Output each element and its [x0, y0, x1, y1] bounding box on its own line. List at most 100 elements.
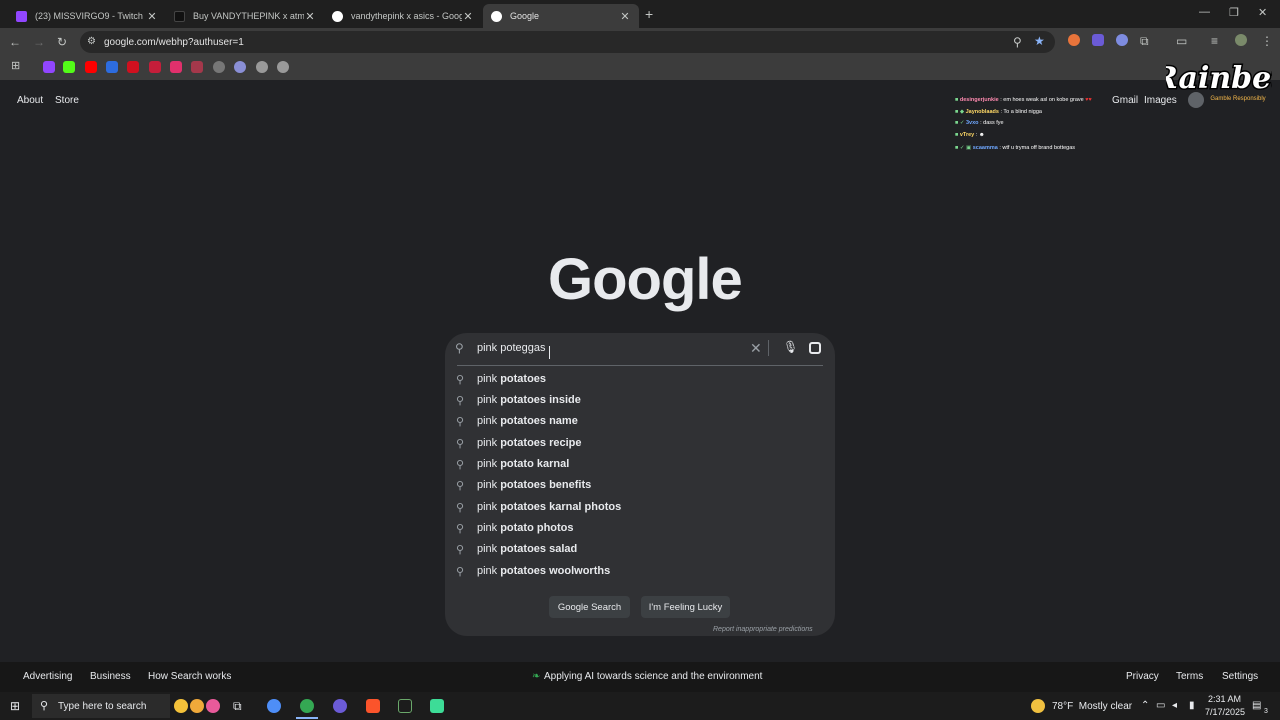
bookmark-icon[interactable]: [106, 61, 118, 73]
suggestion-item[interactable]: ⚲ pink potatoes salad: [456, 541, 577, 557]
discord-icon[interactable]: [333, 699, 347, 713]
minimize-icon[interactable]: —: [1199, 6, 1210, 18]
address-url[interactable]: google.com/webhp?authuser=1: [104, 37, 244, 48]
tab-google-search[interactable]: vandythepink x asics - Google S ✕: [324, 4, 482, 28]
search-icon: ⚲: [456, 565, 465, 578]
bookmark-star-icon[interactable]: ★: [1034, 34, 1045, 48]
extension-icon[interactable]: [1068, 34, 1080, 46]
bookmark-icon[interactable]: [213, 61, 225, 73]
tab-search-icon[interactable]: ▭: [1176, 34, 1187, 48]
youtube-bookmark-icon[interactable]: [85, 61, 97, 73]
location-icon[interactable]: ⚲: [1013, 35, 1022, 49]
store-link[interactable]: Store: [55, 95, 79, 106]
twitch-icon: [16, 10, 27, 22]
excel-icon[interactable]: [398, 699, 412, 713]
tab-title: Buy VANDYTHEPINK x atmos x: [193, 11, 304, 21]
footer-business-link[interactable]: Business: [90, 671, 131, 682]
profile-avatar[interactable]: [1235, 34, 1247, 46]
search-icon: ⚲: [455, 341, 464, 355]
close-icon[interactable]: ✕: [304, 10, 316, 23]
task-view-icon[interactable]: ⧉: [233, 699, 242, 714]
bookmark-icon[interactable]: [191, 61, 203, 73]
suggestion-item[interactable]: ⚲ pink potatoes karnal photos: [456, 499, 621, 515]
extensions-puzzle-icon[interactable]: ⧉: [1140, 34, 1149, 49]
tab-vandy-shop[interactable]: Buy VANDYTHEPINK x atmos x ✕: [166, 4, 324, 28]
bookmark-icon[interactable]: [149, 61, 161, 73]
network-icon[interactable]: ▭: [1156, 700, 1165, 711]
clear-icon[interactable]: ✕: [750, 340, 762, 357]
rainbet-wordmark: Rainbet: [1166, 61, 1272, 96]
close-icon[interactable]: ✕: [146, 10, 158, 23]
gmail-link[interactable]: Gmail: [1112, 95, 1138, 106]
search-icon: ⚲: [456, 543, 465, 556]
chevron-up-icon[interactable]: ⌃: [1141, 700, 1149, 711]
suggestion-item[interactable]: ⚲ pink potatoes name: [456, 413, 578, 429]
clock-date[interactable]: 7/17/2025: [1205, 707, 1245, 717]
suggestion-item[interactable]: ⚲ pink potato karnal: [456, 456, 569, 472]
chat-message: ■ desingerjunkie : em hoes weak asl on k…: [955, 97, 1092, 103]
suggestion-item[interactable]: ⚲ pink potatoes inside: [456, 392, 581, 408]
lens-icon[interactable]: [809, 342, 821, 354]
tab-twitch[interactable]: (23) MISSVIRGO9 - Twitch ✕: [8, 4, 166, 28]
site-info-icon[interactable]: ⚙: [87, 36, 96, 47]
close-icon[interactable]: ✕: [619, 10, 631, 23]
app-icon[interactable]: [430, 699, 444, 713]
close-window-icon[interactable]: ✕: [1258, 6, 1267, 19]
search-icon: ⚲: [456, 437, 465, 450]
footer-settings-link[interactable]: Settings: [1222, 671, 1258, 682]
divider: [768, 340, 769, 356]
notification-icon[interactable]: ▤: [1252, 700, 1261, 711]
extension-icon[interactable]: [1116, 34, 1128, 46]
shop-icon: [174, 10, 185, 22]
bookmark-icon[interactable]: [127, 61, 139, 73]
emoji-icon: [206, 699, 220, 713]
suggestion-item[interactable]: ⚲ pink potatoes recipe: [456, 435, 582, 451]
suggestion-item[interactable]: ⚲ pink potatoes: [456, 371, 546, 387]
footer-ai-link[interactable]: Applying AI towards science and the envi…: [544, 671, 762, 682]
suggestion-item[interactable]: ⚲ pink potato photos: [456, 520, 574, 536]
search-input[interactable]: pink poteggas: [477, 342, 546, 354]
footer-terms-link[interactable]: Terms: [1176, 671, 1203, 682]
suggestion-item[interactable]: ⚲ pink potatoes woolworths: [456, 563, 610, 579]
forward-icon[interactable]: →: [33, 35, 45, 49]
media-icon[interactable]: ≡: [1211, 34, 1218, 48]
windows-start-icon[interactable]: ⊞: [10, 699, 20, 713]
google-search-button[interactable]: Google Search: [549, 596, 630, 618]
back-icon[interactable]: ←: [9, 35, 21, 49]
kick-bookmark-icon[interactable]: [63, 61, 75, 73]
new-tab-button[interactable]: +: [645, 6, 653, 22]
emoji-icon: [190, 699, 204, 713]
chrome-icon[interactable]: [300, 699, 314, 713]
twitch-bookmark-icon[interactable]: [43, 61, 55, 73]
taskbar-search-input[interactable]: Type here to search: [58, 701, 146, 712]
globe-bookmark-icon[interactable]: [277, 61, 289, 73]
restore-icon[interactable]: ❐: [1229, 6, 1239, 19]
footer-how-search-works-link[interactable]: How Search works: [148, 671, 231, 682]
weather-text[interactable]: 78°F Mostly clear: [1052, 701, 1132, 712]
footer-advertising-link[interactable]: Advertising: [23, 671, 72, 682]
report-predictions-link[interactable]: Report inappropriate predictions: [713, 626, 813, 633]
copilot-icon[interactable]: [267, 699, 281, 713]
search-icon: ⚲: [456, 479, 465, 492]
rainbet-overlay-logo: Rainbet Gamble Responsibly: [1166, 58, 1272, 104]
reload-icon[interactable]: ↻: [57, 35, 67, 49]
globe-bookmark-icon[interactable]: [256, 61, 268, 73]
notification-count: 3: [1264, 708, 1268, 715]
menu-icon[interactable]: ⋮: [1261, 34, 1273, 48]
about-link[interactable]: About: [17, 95, 43, 106]
suggestion-item[interactable]: ⚲ pink potatoes benefits: [456, 477, 591, 493]
instagram-bookmark-icon[interactable]: [170, 61, 182, 73]
weather-moon-icon: [1031, 699, 1045, 713]
tab-google[interactable]: Google ✕: [483, 4, 639, 28]
clock-time[interactable]: 2:31 AM: [1208, 694, 1241, 704]
microphone-icon[interactable]: ▮: [1189, 700, 1195, 711]
bookmark-icon[interactable]: [234, 61, 246, 73]
volume-icon[interactable]: ◂: [1172, 700, 1177, 711]
apps-grid-icon[interactable]: ⊞: [11, 59, 20, 72]
feeling-lucky-button[interactable]: I'm Feeling Lucky: [641, 596, 730, 618]
close-icon[interactable]: ✕: [462, 10, 474, 23]
footer-privacy-link[interactable]: Privacy: [1126, 671, 1159, 682]
brave-icon[interactable]: [366, 699, 380, 713]
microphone-icon[interactable]: 🎙: [783, 340, 798, 354]
extension-icon[interactable]: [1092, 34, 1104, 46]
